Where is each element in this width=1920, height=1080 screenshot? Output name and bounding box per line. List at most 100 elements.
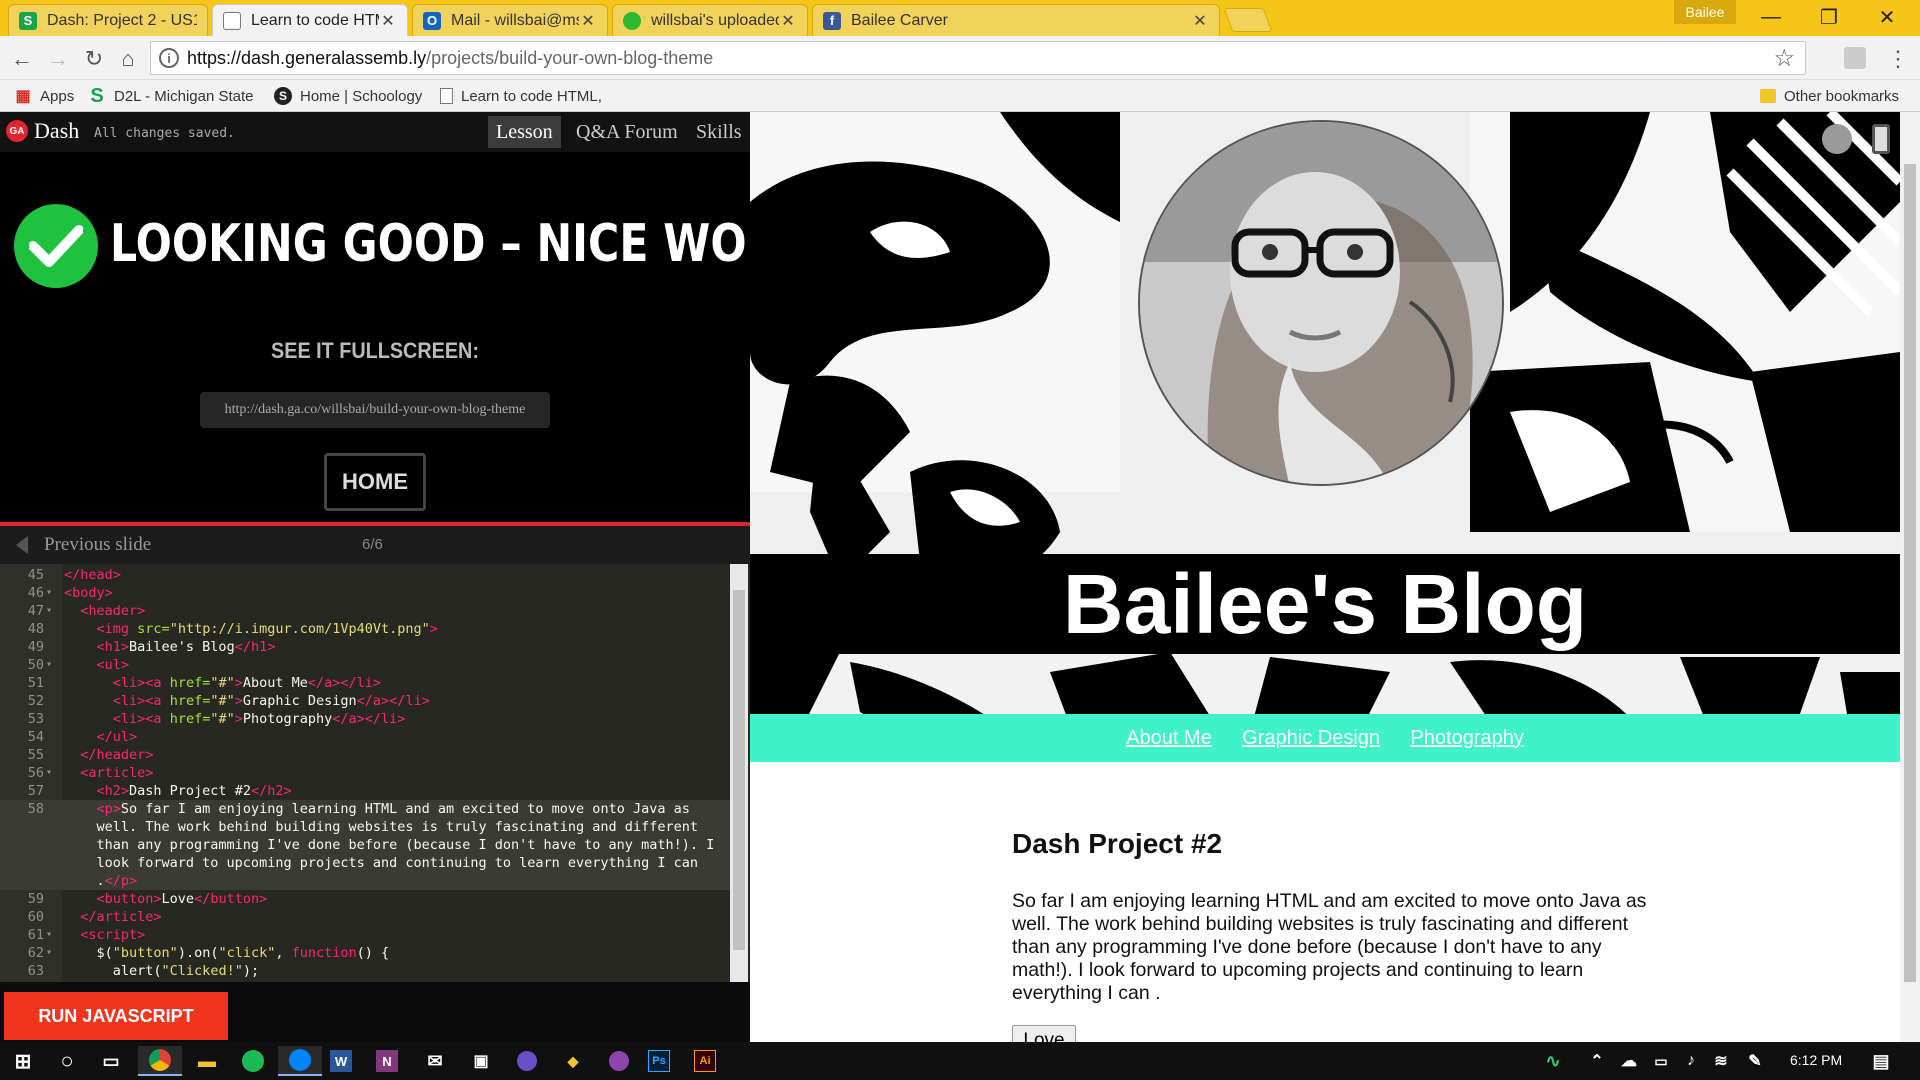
success-headline: LOOKING GOOD – NICE WORK!: [110, 214, 832, 274]
ga-logo[interactable]: GA: [6, 120, 28, 142]
header-background-image: Bailee's Blog About Me Graphic Design Ph…: [750, 112, 1900, 762]
scroll-thumb[interactable]: [733, 590, 745, 950]
mobile-view-icon[interactable]: [1872, 124, 1890, 154]
illustrator-icon[interactable]: Ai: [694, 1050, 716, 1072]
app-icon[interactable]: [604, 1046, 634, 1076]
preview-scrollbar[interactable]: [1900, 112, 1920, 1042]
code-line: 53 <li><a href="#">Photography</a></li>: [27, 711, 406, 727]
browser-tab-learn-to-code[interactable]: Learn to code HTML, CSS ✕: [212, 4, 408, 36]
dash-title: Dash: [34, 118, 80, 143]
close-tab-icon[interactable]: ✕: [579, 11, 597, 31]
task-view-icon[interactable]: ▭: [96, 1046, 126, 1076]
minimize-icon[interactable]: —: [1742, 0, 1800, 34]
notifications-icon[interactable]: ▤: [1866, 1046, 1896, 1076]
code-line: 63 alert("Clicked!");: [27, 963, 260, 979]
photoshop-icon[interactable]: Ps: [648, 1050, 670, 1072]
word-icon[interactable]: W: [330, 1050, 352, 1072]
tab-skills[interactable]: Skills: [688, 116, 750, 148]
bookmark-schoology[interactable]: S Home | Schoology: [274, 85, 422, 107]
bookmark-apps[interactable]: ▦ Apps: [14, 85, 74, 107]
code-line: 49 <h1>Bailee's Blog</h1>: [27, 639, 276, 655]
wifi-icon[interactable]: ≋: [1706, 1046, 1736, 1076]
battery-icon[interactable]: ▭: [1646, 1046, 1676, 1076]
love-button[interactable]: Love: [1012, 1025, 1076, 1042]
code-line: 57 <h2>Dash Project #2</h2>: [27, 783, 292, 799]
apps-grid-icon: ▦: [15, 88, 31, 105]
home-button[interactable]: HOME: [324, 453, 426, 511]
bookmarks-bar: ▦ Apps S D2L - Michigan State S Home | S…: [0, 80, 1920, 112]
page-icon: [440, 88, 453, 104]
browser-tab-imgur[interactable]: willsbai's uploaded imag ✕: [612, 4, 808, 36]
windows-start-icon[interactable]: ⊞: [8, 1046, 38, 1076]
clock[interactable]: 6:12 PM: [1790, 1052, 1842, 1068]
bookmark-star-icon[interactable]: ☆: [1773, 44, 1795, 73]
close-tab-icon[interactable]: ✕: [779, 11, 797, 31]
site-info-icon[interactable]: i: [159, 48, 179, 68]
volume-icon[interactable]: ♪: [1676, 1046, 1706, 1076]
menu-dots-icon[interactable]: ⋮: [1884, 45, 1912, 73]
fullscreen-label: SEE IT FULLSCREEN:: [271, 338, 479, 363]
restore-icon[interactable]: ❐: [1800, 0, 1858, 34]
chevron-up-icon[interactable]: ⌃: [1582, 1046, 1612, 1076]
tab-qa-forum[interactable]: Q&A Forum: [568, 116, 686, 148]
pen-icon[interactable]: ✎: [1740, 1046, 1770, 1076]
forward-arrow-icon[interactable]: →: [44, 45, 72, 73]
slide-nav: Previous slide 6/6: [0, 526, 750, 564]
code-line: 51 <li><a href="#">About Me</a></li>: [27, 675, 382, 691]
other-bookmarks[interactable]: Other bookmarks: [1760, 85, 1899, 107]
mail-icon[interactable]: ✉: [420, 1046, 450, 1076]
schoology-s-icon: S: [19, 11, 37, 30]
code-line: 48 <img src="http://i.imgur.com/1Vp40Vt.…: [27, 621, 438, 637]
dash-lesson-pane: GA Dash All changes saved. Lesson Q&A Fo…: [0, 112, 832, 1042]
activity-icon[interactable]: ∿: [1538, 1046, 1568, 1076]
previous-slide-link[interactable]: Previous slide: [44, 534, 151, 556]
desktop-view-icon[interactable]: [1822, 124, 1852, 154]
triangle-left-icon[interactable]: [16, 536, 28, 554]
close-tab-icon[interactable]: ✕: [379, 11, 397, 31]
fullscreen-url[interactable]: http://dash.ga.co/willsbai/build-your-ow…: [200, 392, 550, 428]
folder-icon: [1760, 89, 1776, 103]
browser-tab-dash[interactable]: S Dash: Project 2 - US17-M: [8, 4, 208, 36]
extension-icon[interactable]: [1844, 47, 1866, 69]
browser-tab-strip: S Dash: Project 2 - US17-M Learn to code…: [0, 0, 1920, 36]
messenger-icon[interactable]: [278, 1046, 322, 1076]
facebook-icon: f: [823, 11, 841, 30]
windows-taskbar: ⊞ ○ ▭ ▬ W N ✉ ▣ ◆ Ps Ai ∿ ⌃ ☁ ▭ ♪ ≋ ✎ 6:…: [0, 1042, 1920, 1080]
onedrive-icon[interactable]: ☁: [1614, 1046, 1644, 1076]
photos-icon[interactable]: ▣: [466, 1046, 496, 1076]
imgur-icon: [623, 11, 641, 30]
code-line: 54 </ul>: [27, 729, 138, 745]
nav-link-photography[interactable]: Photography: [1410, 714, 1523, 762]
back-arrow-icon[interactable]: ←: [8, 45, 36, 73]
code-line: 59 <button>Love</button>: [27, 891, 268, 907]
bookmark-d2l[interactable]: S D2L - Michigan State: [88, 85, 253, 107]
close-window-icon[interactable]: ✕: [1858, 0, 1916, 34]
nav-link-about-me[interactable]: About Me: [1126, 714, 1212, 762]
spotify-icon[interactable]: [238, 1046, 268, 1076]
bookmark-learn-to-code[interactable]: Learn to code HTML,: [440, 85, 602, 107]
new-tab-button[interactable]: [1223, 8, 1273, 32]
scroll-thumb[interactable]: [1904, 164, 1916, 982]
home-icon[interactable]: ⌂: [114, 45, 142, 73]
run-javascript-button[interactable]: RUN JAVASCRIPT: [4, 992, 228, 1040]
reload-icon[interactable]: ↻: [80, 45, 108, 73]
code-line: 52 <li><a href="#">Graphic Design</a></l…: [27, 693, 430, 709]
nav-link-graphic-design[interactable]: Graphic Design: [1242, 714, 1380, 762]
browser-tab-facebook[interactable]: f Bailee Carver ✕: [812, 4, 1220, 36]
onenote-icon[interactable]: N: [376, 1050, 398, 1072]
tab-lesson[interactable]: Lesson: [488, 116, 561, 148]
sketch-icon[interactable]: ◆: [558, 1046, 588, 1076]
browser-tab-mail[interactable]: O Mail - willsbai@msu.edu ✕: [412, 4, 608, 36]
blog-title: Bailee's Blog: [1062, 557, 1588, 651]
editor-scrollbar[interactable]: [730, 564, 748, 982]
cortana-icon[interactable]: ○: [52, 1046, 82, 1076]
app-icon[interactable]: [512, 1046, 542, 1076]
address-bar[interactable]: i https://dash.generalassemb.ly/projects…: [150, 41, 1806, 75]
code-line: 45 </head>: [27, 567, 121, 583]
close-tab-icon[interactable]: ✕: [1191, 11, 1209, 31]
chrome-icon[interactable]: [138, 1046, 182, 1076]
code-editor[interactable]: 45 </head> 46 ▾ <body> 47 ▾ <header> 48 <img…: [0, 564, 750, 982]
file-explorer-icon[interactable]: ▬: [192, 1046, 222, 1076]
profile-button[interactable]: Bailee: [1674, 0, 1736, 24]
blog-article: Dash Project #2 So far I am enjoying lea…: [1012, 828, 1652, 1005]
